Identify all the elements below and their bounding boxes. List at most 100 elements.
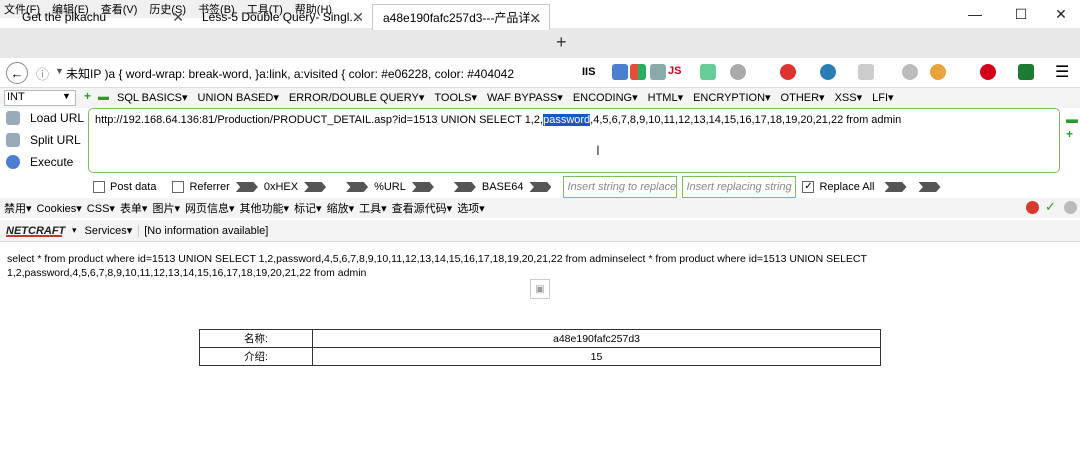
monkey-icon[interactable] <box>930 64 946 80</box>
close-window-button[interactable]: ✕ <box>1038 0 1080 28</box>
image-tool-icon[interactable] <box>700 64 716 80</box>
table-label: 名称: <box>199 329 313 348</box>
load-url-button[interactable]: Load URL <box>6 111 84 125</box>
tools-menu[interactable]: 工具▾ <box>359 200 387 216</box>
resize-menu[interactable]: 缩放▾ <box>327 200 355 216</box>
web-developer-toolbar: 禁用▾ Cookies▾ CSS▾ 表单▾ 图片▾ 网页信息▾ 其他功能▾ 标记… <box>0 198 1080 218</box>
add-icon[interactable]: + <box>84 89 91 103</box>
url-decode-arrow-icon[interactable] <box>346 182 369 192</box>
menu-encryption[interactable]: ENCRYPTION▾ <box>693 91 770 104</box>
adblock-icon[interactable] <box>980 64 996 80</box>
base64-label: BASE64 <box>481 181 524 193</box>
tab-pikachu[interactable]: Get the pikachu ✕ <box>12 4 192 30</box>
js-label[interactable]: JS <box>668 65 681 77</box>
menu-html[interactable]: HTML▾ <box>648 91 683 104</box>
replace-back-arrow-icon[interactable] <box>918 182 941 192</box>
sql-echo: select * from product where id=1513 UNIO… <box>7 252 907 280</box>
hex-label: 0xHEX <box>263 181 299 193</box>
services-menu[interactable]: Services▾ <box>85 224 133 237</box>
page-tool-icon[interactable] <box>858 64 874 80</box>
replace-arrow-icon[interactable] <box>884 182 907 192</box>
menu-lfi[interactable]: LFI▾ <box>872 91 893 104</box>
back-button[interactable]: ← <box>6 62 28 84</box>
url-after: ,4,5,6,7,8,9,10,11,12,13,14,15,16,17,18,… <box>590 114 902 126</box>
url-selection: password <box>543 114 591 126</box>
site-info-text: [No information available] <box>138 224 268 237</box>
menu-tools[interactable]: TOOLS▾ <box>434 91 477 104</box>
execute-icon <box>6 155 20 169</box>
view-source-menu[interactable]: 查看源代码▾ <box>392 200 453 216</box>
menu-icon[interactable]: ☰ <box>1055 62 1069 82</box>
misc-menu[interactable]: 其他功能▾ <box>240 200 290 216</box>
post-data-checkbox[interactable] <box>93 181 105 193</box>
url-encode-label: %URL <box>374 181 406 193</box>
base64-encode-arrow-icon[interactable] <box>529 182 552 192</box>
replace-all-label: Replace All <box>819 181 875 193</box>
execute-button[interactable]: Execute <box>6 155 73 169</box>
home-icon[interactable] <box>612 64 628 80</box>
chevron-down-icon[interactable]: ▼ <box>62 91 71 101</box>
minus-icon[interactable]: ▬ <box>98 91 109 104</box>
chevron-down-icon[interactable]: ▾ <box>72 225 77 236</box>
hex-encode-arrow-icon[interactable] <box>304 182 327 192</box>
tab-less5[interactable]: Less-5 Double Query- Singl... ✕ <box>192 4 372 30</box>
target-icon[interactable] <box>780 64 796 80</box>
close-tab-icon[interactable]: ✕ <box>172 9 184 26</box>
sql-line-1: select * from product where id=1513 UNIO… <box>7 253 867 265</box>
menu-xss[interactable]: XSS▾ <box>835 91 863 104</box>
split-url-icon <box>6 133 20 147</box>
address-bar[interactable]: 未知IP )a { word-wrap: break-word, }a:link… <box>66 65 566 82</box>
replace-all-checkbox[interactable]: ✓ <box>802 181 815 193</box>
minus-icon[interactable]: ▬ <box>1066 112 1078 126</box>
tab-strip <box>0 28 1080 58</box>
hackbar-menu: ▬ SQL BASICS▾ UNION BASED▾ ERROR/DOUBLE … <box>98 91 904 104</box>
menu-other[interactable]: OTHER▾ <box>781 91 825 104</box>
zoom-icon[interactable] <box>902 64 918 80</box>
url-encode-arrow-icon[interactable] <box>411 182 434 192</box>
cookies-menu[interactable]: Cookies▾ <box>37 202 82 215</box>
dropdown-icon[interactable]: ▼ <box>55 66 64 76</box>
replace-search-input[interactable]: Insert string to replace <box>563 176 678 198</box>
palette-icon[interactable] <box>730 64 746 80</box>
status-icon[interactable] <box>1064 201 1077 214</box>
windows-icon[interactable] <box>630 64 646 80</box>
referrer-checkbox[interactable] <box>172 181 185 193</box>
forms-menu[interactable]: 表单▾ <box>120 200 148 216</box>
table-row: 介绍: 15 <box>199 347 881 366</box>
menu-waf-bypass[interactable]: WAF BYPASS▾ <box>487 91 563 104</box>
replace-with-input[interactable]: Insert replacing string <box>682 176 797 198</box>
refresh-icon[interactable] <box>650 64 666 80</box>
checkmark-icon[interactable]: ✓ <box>1045 199 1056 215</box>
menu-encoding[interactable]: ENCODING▾ <box>573 91 638 104</box>
netcraft-toolbar: NETCRAFT ▾ Services▾ [No information ava… <box>0 220 1080 242</box>
close-tab-icon[interactable]: ✕ <box>352 9 364 26</box>
css-menu[interactable]: CSS▾ <box>87 202 115 215</box>
base64-decode-arrow-icon[interactable] <box>453 182 476 192</box>
options-menu[interactable]: 选项▾ <box>457 200 485 216</box>
shield-icon[interactable] <box>1018 64 1034 80</box>
tab-title: a48e190fafc257d3---产品详... <box>383 11 541 25</box>
menu-sql-basics[interactable]: SQL BASICS▾ <box>117 91 188 104</box>
tab-product-detail[interactable]: a48e190fafc257d3---产品详... ✕ <box>372 4 550 30</box>
url-textarea[interactable]: http://192.168.64.136:81/Production/PROD… <box>88 108 1060 173</box>
disable-menu[interactable]: 禁用▾ <box>4 200 32 216</box>
images-menu[interactable]: 图片▾ <box>152 200 180 216</box>
netcraft-logo[interactable]: NETCRAFT <box>6 225 65 237</box>
close-tab-icon[interactable]: ✕ <box>529 10 541 27</box>
globe-icon[interactable] <box>820 64 836 80</box>
new-tab-button[interactable]: + <box>556 32 567 53</box>
split-url-button[interactable]: Split URL <box>6 133 81 147</box>
post-data-label: Post data <box>110 181 157 193</box>
iis-label[interactable]: IIS <box>582 66 595 78</box>
referrer-label: Referrer <box>189 181 230 193</box>
menu-error-double-query[interactable]: ERROR/DOUBLE QUERY▾ <box>289 91 425 104</box>
minimize-button[interactable]: — <box>952 0 998 28</box>
outline-menu[interactable]: 标记▾ <box>294 200 322 216</box>
page-info-menu[interactable]: 网页信息▾ <box>185 200 235 216</box>
error-icon[interactable] <box>1026 201 1039 214</box>
hex-decode-arrow-icon[interactable] <box>235 182 258 192</box>
add-icon[interactable]: + <box>1066 127 1073 141</box>
info-icon[interactable]: ⓘ <box>36 64 49 83</box>
tab-title: Less-5 Double Query- Singl... <box>202 10 360 24</box>
menu-union-based[interactable]: UNION BASED▾ <box>198 91 279 104</box>
